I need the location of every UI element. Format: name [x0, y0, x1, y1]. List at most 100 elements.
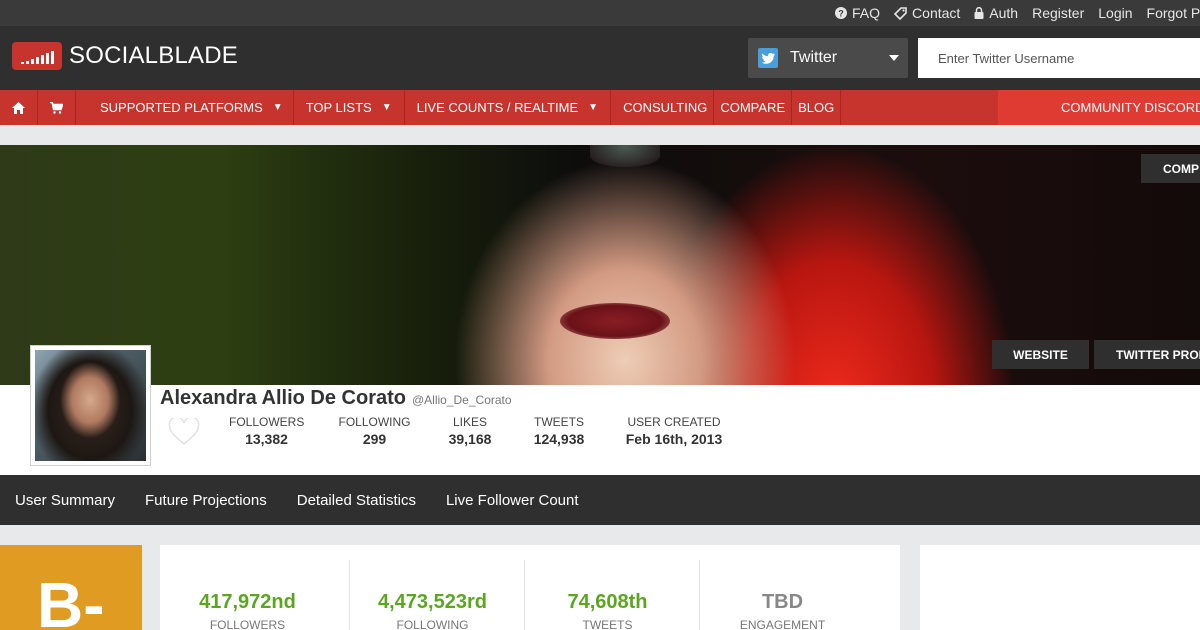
stat-following: FOLLOWING 299: [338, 415, 411, 447]
rank-tweets: 74,608th TWEETS: [520, 560, 695, 630]
website-button-label: WEBSITE: [1013, 347, 1068, 362]
nav-top-lists-label: TOP LISTS: [305, 100, 372, 115]
tab-user-summary[interactable]: User Summary: [15, 492, 115, 509]
question-circle-icon: ?: [835, 7, 848, 19]
svg-text:?: ?: [838, 9, 844, 19]
twitter-profile-button[interactable]: TWITTER PROI: [1094, 340, 1200, 369]
stat-value: Feb 16th, 2013: [625, 431, 723, 447]
nav-store[interactable]: [38, 90, 76, 125]
website-button[interactable]: WEBSITE: [992, 340, 1089, 369]
rank-value: 74,608th: [567, 591, 648, 613]
forgot-password-label: Forgot Pa: [1146, 5, 1200, 21]
login-label: Login: [1098, 5, 1133, 21]
chevron-down-icon: [889, 55, 899, 61]
logo-text: SOCIALBLADE: [69, 42, 238, 69]
stat-value: 124,938: [533, 431, 585, 447]
tab-detailed-statistics[interactable]: Detailed Statistics: [297, 492, 416, 509]
tab-live-follower-count[interactable]: Live Follower Count: [446, 492, 579, 509]
faq-label: FAQ: [852, 5, 881, 21]
nav-supported-platforms-label: SUPPORTED PLATFORMS: [100, 100, 263, 115]
nav-consulting-label: CONSULTING: [623, 100, 708, 115]
dropdown-arrow-icon: ▼: [272, 102, 283, 113]
dropdown-arrow-icon: ▼: [381, 102, 392, 113]
stat-tweets: TWEETS 124,938: [529, 415, 589, 447]
profile-display-name: Alexandra Allio De Corato: [160, 387, 406, 409]
register-label: Register: [1032, 5, 1085, 21]
stat-label: USER CREATED: [627, 415, 721, 429]
contact-link[interactable]: Contact: [894, 5, 960, 21]
stat-value: 39,168: [448, 431, 492, 447]
banner-lips-detail: [560, 303, 670, 339]
main-nav: SUPPORTED PLATFORMS ▼ TOP LISTS ▼ LIVE C…: [0, 90, 1200, 125]
stat-label: FOLLOWING: [338, 415, 411, 429]
auth-link[interactable]: Auth: [974, 5, 1018, 21]
platform-label: Twitter: [790, 49, 838, 66]
side-panel: [920, 545, 1200, 630]
login-link[interactable]: Login: [1098, 5, 1132, 21]
rank-following: 4,473,523rd FOLLOWING: [345, 560, 520, 630]
nav-blog-label: BLOG: [798, 100, 835, 115]
favorite-heart-icon[interactable]: [168, 416, 200, 451]
stat-label: FOLLOWERS: [229, 415, 305, 429]
compare-button-label: COMP: [1163, 161, 1199, 176]
username-search-input[interactable]: [918, 38, 1200, 78]
rank-engagement: TBD ENGAGEMENT: [695, 560, 870, 630]
twitter-bird-icon: [758, 48, 778, 68]
stat-label: LIKES: [452, 415, 488, 429]
rank-value: 417,972nd: [199, 591, 296, 613]
rank-label: TWEETS: [582, 618, 633, 630]
home-icon: [12, 101, 25, 114]
nav-home[interactable]: [0, 90, 38, 125]
rank-label: ENGAGEMENT: [739, 618, 826, 630]
community-discord-link[interactable]: COMMUNITY DISCORD: [998, 90, 1200, 125]
rank-value: TBD: [761, 591, 804, 613]
nav-supported-platforms[interactable]: SUPPORTED PLATFORMS ▼: [76, 90, 294, 125]
register-link[interactable]: Register: [1032, 5, 1084, 21]
nav-blog[interactable]: BLOG: [792, 90, 842, 125]
stat-user-created: USER CREATED Feb 16th, 2013: [620, 415, 728, 447]
top-links: ? FAQ Contact Auth Register Login Forgot…: [821, 0, 1200, 26]
nav-top-lists[interactable]: TOP LISTS ▼: [294, 90, 405, 125]
nav-compare-label: COMPARE: [720, 100, 786, 115]
profile-name: Alexandra Allio De Corato @Allio_De_Corat…: [160, 387, 512, 410]
profile-banner-image: COMP WEBSITE TWITTER PROI: [0, 145, 1200, 385]
nav-live-counts[interactable]: LIVE COUNTS / REALTIME ▼: [405, 90, 612, 125]
auth-label: Auth: [989, 5, 1019, 21]
contact-label: Contact: [912, 5, 961, 21]
profile-handle: @Allio_De_Corato: [411, 393, 512, 407]
stat-label: TWEETS: [534, 415, 584, 429]
banner-eye-detail: [590, 145, 660, 167]
tag-icon: [894, 6, 907, 20]
tab-future-projections[interactable]: Future Projections: [145, 492, 267, 509]
rank-panel: 417,972nd FOLLOWERS 4,473,523rd FOLLOWIN…: [160, 545, 900, 630]
community-discord-label: COMMUNITY DISCORD: [1061, 100, 1200, 115]
twitter-profile-button-label: TWITTER PROI: [1116, 347, 1200, 362]
faq-link[interactable]: ? FAQ: [835, 5, 880, 21]
rank-label: FOLLOWING: [396, 618, 469, 630]
nav-compare[interactable]: COMPARE: [714, 90, 793, 125]
stat-likes: LIKES 39,168: [445, 415, 495, 447]
forgot-password-link[interactable]: Forgot Pa: [1147, 5, 1200, 21]
socialblade-logo[interactable]: SOCIALBLADE: [12, 42, 238, 70]
stat-value: 299: [362, 431, 387, 447]
site-header: SOCIALBLADE Twitter: [0, 26, 1200, 90]
grade-badge: B-: [0, 545, 142, 630]
compare-button[interactable]: COMP: [1141, 154, 1200, 183]
grade-value: B-: [37, 569, 105, 630]
nav-live-counts-label: LIVE COUNTS / REALTIME: [416, 100, 579, 115]
rank-value: 4,473,523rd: [378, 591, 487, 613]
profile-tabs: User Summary Future Projections Detailed…: [0, 475, 1200, 525]
platform-select[interactable]: Twitter: [748, 38, 908, 78]
stat-value: 13,382: [245, 431, 288, 447]
stat-followers: FOLLOWERS 13,382: [229, 415, 304, 447]
nav-consulting[interactable]: CONSULTING: [611, 90, 715, 125]
avatar: [30, 345, 151, 466]
logo-bars-icon: [12, 42, 62, 70]
rank-followers: 417,972nd FOLLOWERS: [160, 560, 335, 630]
top-utility-bar: ? FAQ Contact Auth Register Login Forgot…: [0, 0, 1200, 26]
lock-icon: [974, 7, 984, 19]
shopping-cart-icon: [50, 101, 63, 114]
avatar-photo: [35, 350, 146, 461]
rank-label: FOLLOWERS: [209, 618, 286, 630]
dropdown-arrow-icon: ▼: [588, 102, 599, 113]
